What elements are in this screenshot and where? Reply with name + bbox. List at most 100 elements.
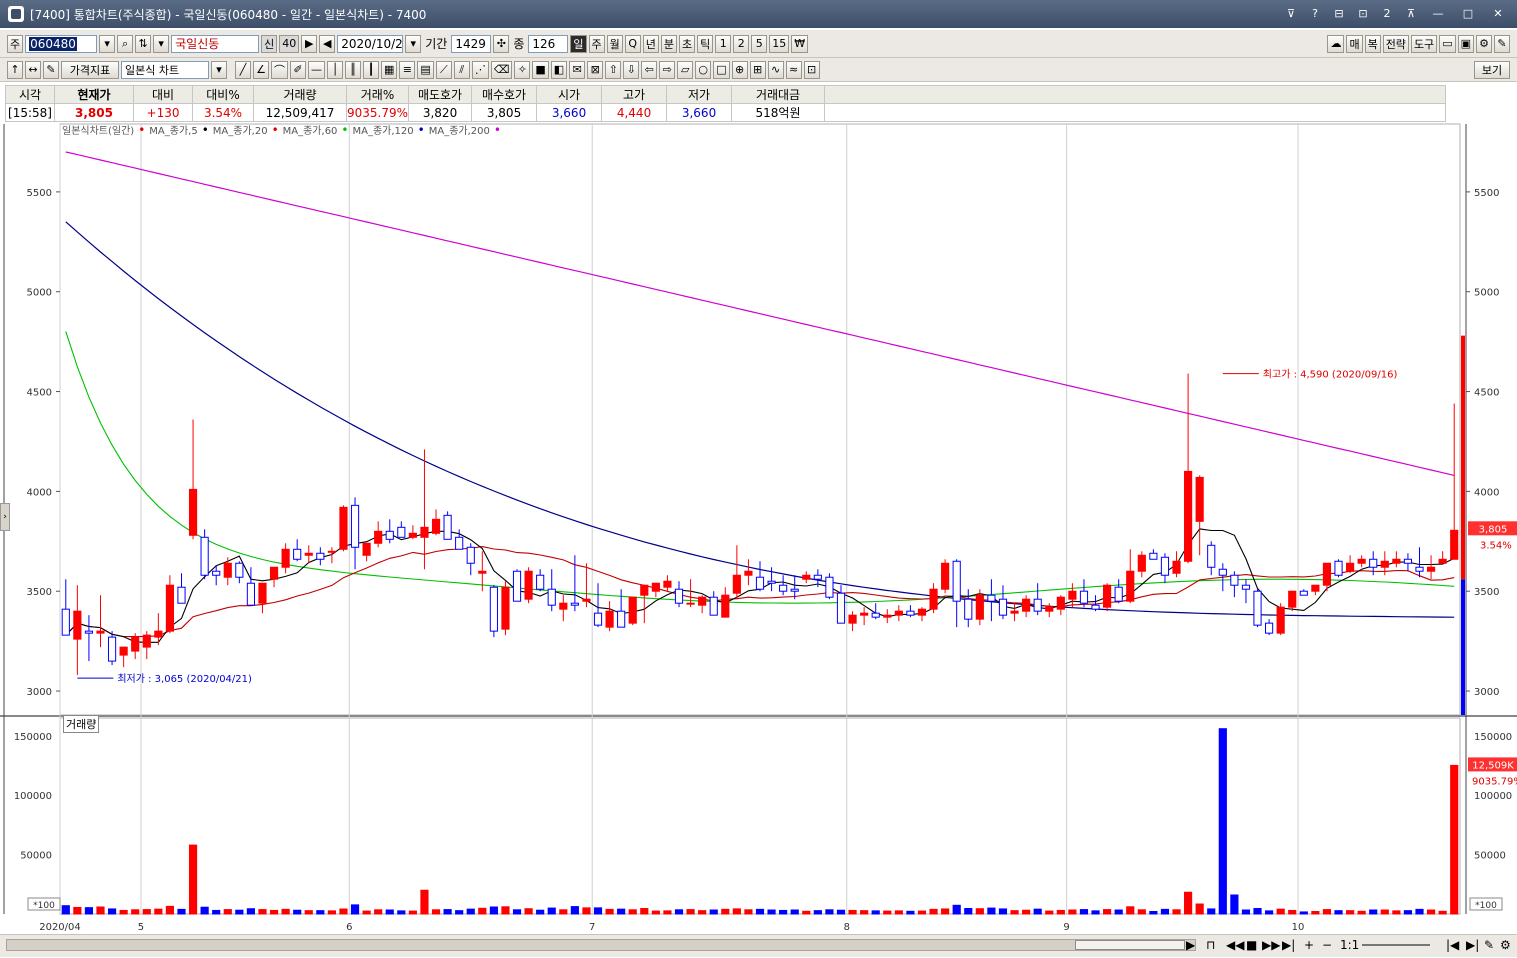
volume-bar	[1369, 909, 1378, 915]
volume-bar	[721, 908, 730, 915]
left-panel-toggle[interactable]: ›	[0, 503, 10, 531]
candle-body	[258, 582, 267, 604]
last-price-tag: 3,805	[1479, 524, 1508, 535]
candle-body	[84, 630, 94, 634]
candle-body	[339, 506, 348, 550]
legend-ma60[interactable]: MA_종가,60	[283, 122, 338, 137]
candle-body	[350, 504, 360, 548]
candle-body	[755, 576, 765, 590]
volume-bar	[975, 908, 984, 915]
zoom-slider[interactable]	[1362, 938, 1430, 946]
rewind-icon[interactable]: ◀◀	[1226, 938, 1244, 952]
candle-body	[200, 536, 209, 576]
volume-bar	[304, 910, 313, 915]
volume-bar	[443, 909, 452, 915]
price-chart[interactable]: 2020/04 5 6 7 8 9 10 3000 3000 3500 3500 4000 4000 45…	[0, 0, 1517, 958]
volume-bar	[73, 906, 82, 915]
chart-settings-icon[interactable]: ⚙	[1500, 938, 1511, 952]
legend-ma5[interactable]: MA_종가,5	[149, 122, 197, 137]
candle-body	[698, 596, 707, 606]
fast-forward-icon[interactable]: ▶▶	[1262, 938, 1280, 952]
candle-body	[651, 582, 660, 592]
candle-body	[73, 610, 82, 640]
scroll-track[interactable]	[6, 939, 1196, 951]
last-page-icon[interactable]: ▶|	[1466, 938, 1479, 952]
candle-body	[686, 602, 695, 605]
volume-bar	[987, 907, 996, 915]
volume-bar	[1265, 910, 1274, 915]
candle-body	[165, 584, 175, 632]
stop-icon[interactable]: ■	[1246, 938, 1257, 952]
auto-scroll-icon[interactable]: ⊓	[1206, 938, 1215, 952]
candle-body	[1195, 476, 1204, 522]
volume-bar	[1126, 906, 1135, 915]
candle-body	[1022, 598, 1031, 612]
candle-body	[836, 592, 846, 624]
volume-bar	[732, 908, 741, 915]
candle-body	[1218, 568, 1227, 576]
volume-bar	[547, 907, 556, 915]
candle-body	[293, 548, 302, 560]
candle-body	[894, 610, 903, 616]
zoom-in-icon[interactable]: +	[1304, 938, 1314, 952]
candle-body	[478, 570, 487, 574]
candle-body	[385, 530, 394, 540]
volume-bar	[362, 910, 371, 915]
volume-bar	[1079, 909, 1089, 915]
candle-body	[1103, 584, 1112, 608]
volume-panel-label[interactable]: 거래량	[63, 715, 100, 733]
volume-bar	[1380, 909, 1389, 915]
candle-body	[1230, 574, 1239, 586]
volume-bar	[1357, 910, 1366, 915]
candle-body	[617, 610, 626, 628]
volume-bar	[1299, 911, 1308, 915]
candle-body	[1010, 610, 1019, 614]
last-volume-pct: 9035.79%	[1472, 776, 1517, 787]
candle-body	[570, 602, 579, 606]
candle-body	[408, 532, 417, 538]
jump-end-icon[interactable]: ▶|	[1282, 938, 1295, 952]
candle-body	[790, 588, 799, 592]
legend-ma200[interactable]: MA_종가,200	[429, 122, 490, 137]
volume-bar	[455, 910, 464, 915]
volume-bar	[84, 907, 94, 915]
candle-body	[1403, 558, 1413, 564]
volume-bar	[605, 908, 614, 915]
volume-bar	[582, 907, 591, 915]
zoom-out-icon[interactable]: −	[1322, 938, 1332, 952]
volume-tick-label-left: 100000	[14, 791, 52, 802]
price-tick-label-left: 3000	[27, 687, 52, 698]
ratio-icon[interactable]: 1:1	[1340, 938, 1359, 952]
x-tick-label: 10	[1292, 922, 1305, 933]
volume-bar	[1033, 908, 1042, 915]
candle-body	[1299, 590, 1308, 596]
candle-body	[1426, 566, 1436, 572]
chart-scrollbar[interactable]: ▶ ⊓ ◀◀ ■ ▶▶ ▶| + − 1:1 |◀ ▶| ✎ ⚙	[0, 934, 1517, 957]
volume-bar	[420, 889, 429, 915]
edit-chart-icon[interactable]: ✎	[1484, 938, 1494, 952]
candle-body	[871, 612, 880, 618]
volume-bar	[848, 909, 857, 915]
x-tick-label: 5	[138, 922, 144, 933]
legend-dot-extra: •	[493, 122, 501, 137]
candle-body	[212, 570, 221, 576]
candle-body	[998, 598, 1008, 616]
candle-body	[1068, 590, 1077, 600]
volume-tick-label-right: 150000	[1474, 732, 1512, 743]
price-tick-label-right: 3500	[1474, 587, 1499, 598]
volume-bar	[1415, 908, 1424, 915]
volume-bar	[836, 909, 846, 915]
volume-bar	[489, 906, 498, 915]
legend-ma20[interactable]: MA_종가,20	[213, 122, 268, 137]
candle-body	[593, 612, 603, 626]
scroll-thumb[interactable]	[1075, 940, 1185, 950]
first-page-icon[interactable]: |◀	[1446, 938, 1459, 952]
legend-ma120[interactable]: MA_종가,120	[353, 122, 414, 137]
volume-bar	[316, 910, 325, 915]
scroll-right-icon[interactable]: ▶	[1186, 938, 1195, 952]
volume-bar	[408, 910, 417, 915]
volume-bar	[1091, 910, 1100, 915]
volume-bar	[1334, 910, 1343, 915]
price-tick-label-right: 4500	[1474, 388, 1499, 399]
volume-bar	[1022, 909, 1031, 915]
